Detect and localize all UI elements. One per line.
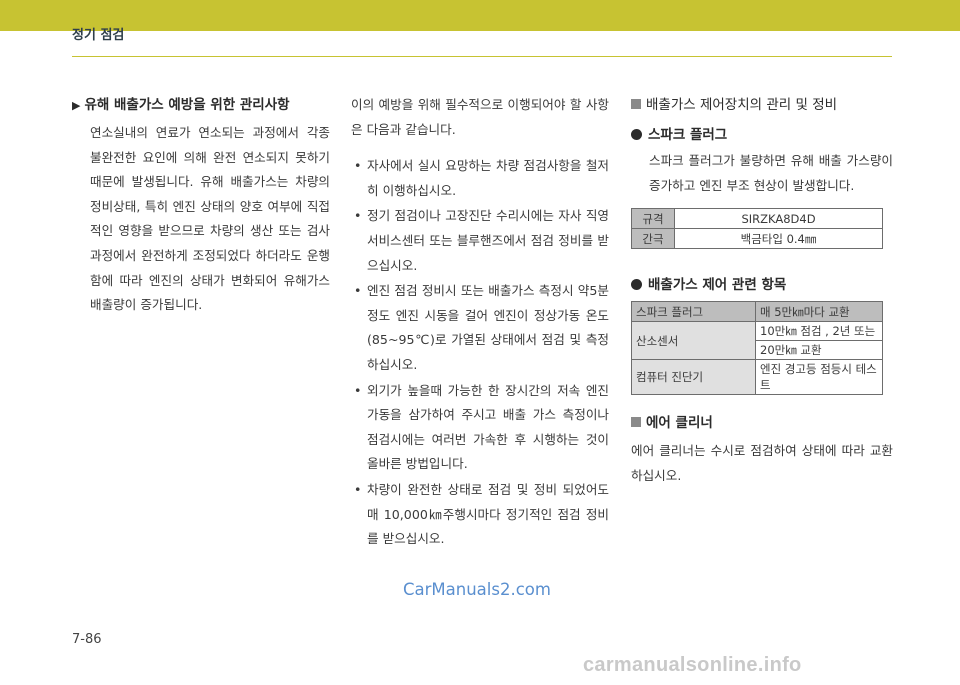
emission-paragraph: 연소실내의 연료가 연소되는 과정에서 각종 불완전한 요인에 의해 완전 연소… [90, 125, 330, 313]
table-cell-label: 규격 [631, 208, 675, 230]
section-title-air-cleaner: 에어 클리너 [631, 411, 893, 431]
table-cell-line: 10만㎞ 점검 , 2년 또는 [760, 324, 876, 339]
spark-plug-text: 스파크 플러그가 불량하면 유해 배출 가스량이 증가하고 엔진 부조 현상이 … [649, 153, 893, 193]
header-divider [72, 56, 892, 57]
list-item: • 외기가 높을때 가능한 한 장시간의 저속 엔진 가동을 삼가하여 주시고 배… [351, 379, 609, 477]
triangle-bullet-icon: ▶ [72, 99, 81, 112]
heading-emission-control-items: 배출가스 제어 관련 항목 [631, 273, 893, 293]
square-bullet-icon [631, 99, 641, 109]
table-row: 산소센서 10만㎞ 점검 , 2년 또는 20만㎞ 교환 [631, 321, 883, 361]
table-cell-value: SIRZKA8D4D [674, 208, 883, 230]
bullet-dot-icon: • [354, 382, 362, 398]
table-row: 간극 백금타입 0.4㎜ [631, 228, 883, 250]
square-bullet-icon [631, 417, 641, 428]
column-1: ▶ 유해 배출가스 예방을 위한 관리사항 연소실내의 연료가 연소되는 과정에서… [72, 93, 330, 318]
table-cell-value: 매 5만㎞마다 교환 [755, 301, 883, 323]
bullet-dot-icon: • [354, 208, 362, 224]
maintenance-bullet-list: • 자사에서 실시 요망하는 차량 점검사항을 철저히 이행하십시오. • 정기 점… [351, 154, 609, 552]
list-item: • 차량이 완전한 상태로 점검 및 정비 되었어도 매 10,000㎞주행시마다… [351, 478, 609, 552]
footer-watermark: carmanualsonline.info [583, 654, 802, 676]
column-2: 이의 예방을 위해 필수적으로 이행되어야 할 사항은 다음과 같습니다. • 자… [351, 93, 609, 553]
air-cleaner-text: 에어 클리너는 수시로 점검하여 상태에 따라 교환하십시오. [631, 443, 893, 483]
list-item: • 엔진 점검 정비시 또는 배출가스 측정시 약5분정도 엔진 시동을 걸어 엔… [351, 279, 609, 377]
bullet-dot-icon: • [354, 158, 362, 174]
intro-paragraph: 이의 예방을 위해 필수적으로 이행되어야 할 사항은 다음과 같습니다. [351, 97, 609, 137]
page-number: 7-86 [72, 632, 102, 647]
table-row: 규격 SIRZKA8D4D [631, 208, 883, 230]
section-title-emission-control: 배출가스 제어장치의 관리 및 정비 [631, 93, 893, 113]
table-cell-value: 백금타입 0.4㎜ [674, 228, 883, 250]
table-row: 스파크 플러그 매 5만㎞마다 교환 [631, 301, 883, 323]
table-cell-value: 엔진 경고등 점등시 테스트 [755, 359, 883, 396]
circle-bullet-icon [631, 129, 642, 140]
heading-spark-plug: 스파크 플러그 [631, 123, 893, 143]
list-item: • 정기 점검이나 고장진단 수리시에는 자사 직영 서비스센터 또는 블루핸즈에… [351, 204, 609, 278]
bullet-dot-icon: • [354, 481, 362, 497]
table-cell-label: 산소센서 [631, 321, 756, 361]
table-cell-label: 스파크 플러그 [631, 301, 756, 323]
spark-plug-spec-table: 규격 SIRZKA8D4D 간극 백금타입 0.4㎜ [631, 208, 883, 250]
table-row: 컴퓨터 진단기 엔진 경고등 점등시 테스트 [631, 359, 883, 396]
circle-bullet-icon [631, 279, 642, 291]
column-3: 배출가스 제어장치의 관리 및 정비 스파크 플러그 스파크 플러그가 불량하면… [631, 93, 893, 488]
page-section-title: 정기 점검 [72, 28, 125, 43]
heading-emission-prevention: ▶ 유해 배출가스 예방을 위한 관리사항 [72, 97, 290, 113]
table-cell-label: 간극 [631, 228, 675, 250]
table-cell-line: 20만㎞ 교환 [756, 340, 882, 358]
emission-control-table: 스파크 플러그 매 5만㎞마다 교환 산소센서 10만㎞ 점검 , 2년 또는 … [631, 301, 883, 396]
table-cell-value: 10만㎞ 점검 , 2년 또는 20만㎞ 교환 [755, 321, 883, 361]
list-item: • 자사에서 실시 요망하는 차량 점검사항을 철저히 이행하십시오. [351, 154, 609, 203]
table-cell-label: 컴퓨터 진단기 [631, 359, 756, 396]
header-bar [0, 0, 960, 31]
bullet-dot-icon: • [354, 283, 362, 299]
watermark-logo: CarManuals2.com [403, 580, 551, 599]
